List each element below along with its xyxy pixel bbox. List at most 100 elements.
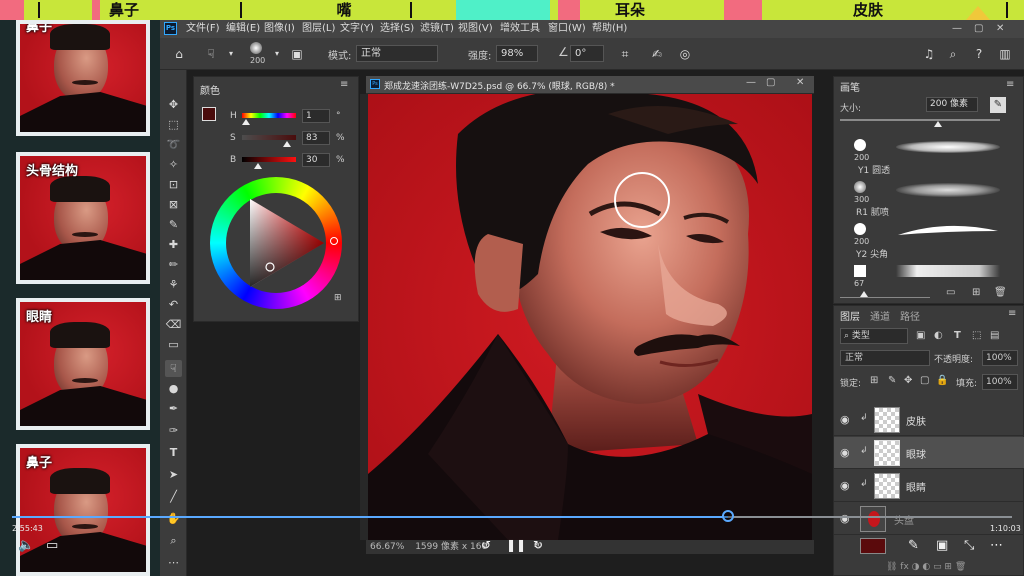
tab-channels[interactable]: 通道	[870, 308, 890, 323]
menu-image[interactable]: 图像(I)	[264, 22, 295, 36]
lasso-tool-icon[interactable]: ➰	[165, 136, 182, 153]
lock-all-icon[interactable]: 🔒	[936, 375, 948, 386]
history-brush-icon[interactable]: ↶	[165, 296, 182, 313]
eraser-icon[interactable]: ⌫	[165, 316, 182, 333]
pressure-icon[interactable]: ◎	[676, 45, 694, 63]
tab-paths[interactable]: 路径	[900, 308, 920, 323]
lock-artboard-icon[interactable]: ▢	[920, 375, 929, 386]
filter-adjust-icon[interactable]: ◐	[934, 330, 943, 341]
chapter-label[interactable]: 耳朵	[600, 0, 660, 20]
dodge-tool-icon[interactable]: ●	[165, 380, 182, 397]
smudge-tool-icon[interactable]: ☟	[165, 360, 182, 377]
chevron-down-icon[interactable]: ▾	[268, 45, 286, 63]
layer-row[interactable]: ◉ ↲ 皮肤	[834, 404, 1024, 436]
help-icon[interactable]: ?	[970, 45, 988, 63]
chevron-down-icon[interactable]: ▾	[222, 45, 240, 63]
crop-tool-icon[interactable]: ⊡	[165, 176, 182, 193]
eyedropper-icon[interactable]: ✎	[165, 216, 182, 233]
smudge-tool-icon[interactable]: ☟	[202, 45, 220, 63]
hue-ring-marker[interactable]	[330, 237, 338, 245]
line-tool-icon[interactable]: ╱	[165, 488, 182, 505]
brightness-slider-thumb[interactable]	[254, 163, 262, 169]
mode-select[interactable]: 正常	[356, 45, 438, 62]
eye-icon[interactable]: ◉	[840, 512, 850, 525]
opacity-input[interactable]: 100%	[982, 350, 1018, 366]
saturation-slider[interactable]	[242, 135, 296, 140]
lock-position-icon[interactable]: ✥	[904, 375, 912, 386]
filter-pixel-icon[interactable]: ▣	[916, 330, 925, 341]
layer-row-selected[interactable]: ◉ ↲ 眼球	[834, 437, 1024, 469]
eye-icon[interactable]: ◉	[840, 446, 850, 459]
chapter-segment-prev[interactable]	[0, 0, 24, 20]
edit-icon[interactable]: ✎	[908, 538, 919, 553]
saturation-slider-thumb[interactable]	[283, 141, 291, 147]
frame-tool-icon[interactable]: ⊠	[165, 196, 182, 213]
hue-slider-thumb[interactable]	[242, 119, 250, 125]
panel-menu-icon[interactable]: ≡	[1008, 308, 1016, 319]
brush-preset[interactable]: 200 Y1 圆透	[834, 133, 1014, 176]
brush-size-slider[interactable]	[840, 119, 1000, 121]
add-icon[interactable]: ⊞	[972, 287, 980, 298]
volume-icon[interactable]: 🔈	[18, 538, 34, 553]
quick-select-icon[interactable]: ✧	[165, 156, 182, 173]
menu-layer[interactable]: 图层(L)	[302, 22, 335, 36]
brush-preset[interactable]: 300 R1 腻喷	[834, 175, 1014, 218]
canvas-image[interactable]	[368, 94, 812, 540]
bell-icon[interactable]: ♫	[920, 45, 938, 63]
foreground-color-swatch[interactable]	[202, 107, 216, 121]
menu-edit[interactable]: 编辑(E)	[226, 22, 260, 36]
zoom-tool-icon[interactable]: ⌕	[165, 532, 182, 549]
pen-tool-icon[interactable]: ✑	[165, 422, 182, 439]
minimize-icon[interactable]: —	[746, 77, 756, 88]
layer-row[interactable]: ◉ ↲ 眼睛	[834, 470, 1024, 502]
brush-size-slider-thumb[interactable]	[934, 121, 942, 127]
type-tool-icon[interactable]: T	[165, 444, 182, 461]
brush-size-input[interactable]: 200 像素	[926, 97, 978, 112]
workspace-icon[interactable]: ▥	[996, 45, 1014, 63]
chapter-segment-current[interactable]	[456, 0, 550, 20]
maximize-icon[interactable]: ▢	[974, 22, 983, 36]
video-progress-knob[interactable]	[722, 510, 734, 522]
menu-plugins[interactable]: 增效工具	[500, 22, 540, 36]
layer-filter-select[interactable]: ⌕ 类型	[840, 328, 908, 344]
close-icon[interactable]: ✕	[796, 77, 804, 88]
hue-input[interactable]: 1	[302, 109, 330, 123]
folder-icon[interactable]: ▭	[946, 287, 955, 298]
blend-mode-select[interactable]: 正常	[840, 350, 930, 366]
filter-shape-icon[interactable]: ⬚	[972, 330, 981, 341]
brush-preset[interactable]: 67	[834, 259, 1014, 289]
chapter-label[interactable]: 皮肤	[838, 0, 898, 20]
home-icon[interactable]: ⌂	[170, 45, 188, 63]
pen-tool-icon[interactable]: ✒	[165, 400, 182, 417]
picture-in-picture-icon[interactable]: ▣	[936, 538, 948, 553]
lock-transparency-icon[interactable]: ⊞	[870, 375, 878, 386]
marquee-tool-icon[interactable]: ⬚	[165, 116, 182, 133]
brightness-slider[interactable]	[242, 157, 296, 162]
brush-settings-icon[interactable]: ▣	[288, 45, 306, 63]
color-panel-tab[interactable]: 颜色	[200, 82, 220, 97]
menu-help[interactable]: 帮助(H)	[592, 22, 627, 36]
angle-input[interactable]: 0°	[570, 45, 604, 62]
zoom-level[interactable]: 66.67%	[370, 542, 404, 552]
brush-tool-icon[interactable]: ✏	[165, 256, 182, 273]
more-tools-icon[interactable]: ⋯	[165, 554, 182, 571]
preview-size-slider[interactable]	[840, 297, 930, 298]
new-brush-icon[interactable]: ✎	[990, 97, 1006, 113]
more-icon[interactable]: ⋯	[990, 538, 1003, 553]
menu-type[interactable]: 文字(Y)	[340, 22, 374, 36]
brush-preset[interactable]: 200 Y2 尖角	[834, 217, 1014, 260]
chapter-label[interactable]: 嘴	[320, 0, 368, 20]
search-icon[interactable]: ⌕	[944, 45, 962, 63]
chapter-label[interactable]: 鼻子	[100, 0, 148, 20]
thumbnail-card[interactable]: 鼻子	[16, 20, 150, 136]
trash-icon[interactable]: 🗑	[994, 287, 1007, 298]
thumbnail-card[interactable]: 眼睛	[16, 298, 150, 430]
filter-type-icon[interactable]: T	[954, 330, 961, 341]
rewind-icon[interactable]: ↺ 10	[476, 538, 496, 554]
path-select-icon[interactable]: ➤	[165, 466, 182, 483]
hue-slider[interactable]	[242, 113, 296, 118]
clone-stamp-icon[interactable]: ⚘	[165, 276, 182, 293]
healing-brush-icon[interactable]: ✚	[165, 236, 182, 253]
menu-window[interactable]: 窗口(W)	[548, 22, 586, 36]
document-tab[interactable]: Ps 郑成龙速涂团练-W7D25.psd @ 66.7% (眼球, RGB/8)…	[366, 76, 814, 94]
